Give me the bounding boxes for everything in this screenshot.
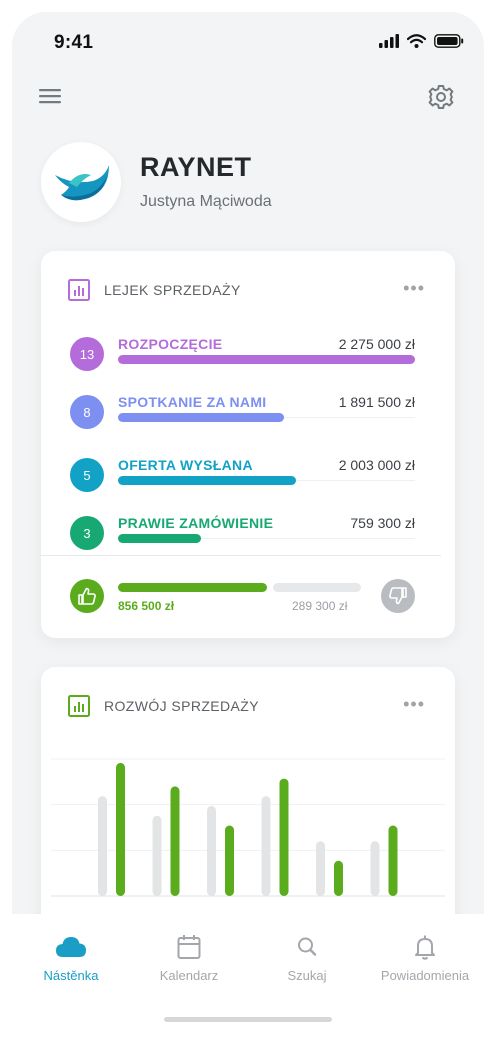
hamburger-icon xyxy=(39,89,61,104)
funnel-stage-almost-order[interactable]: 3 PRAWIE ZAMÓWIENIE 759 300 zł xyxy=(70,510,415,560)
company-name: RAYNET xyxy=(140,152,252,182)
chart-bar-current[interactable] xyxy=(279,778,289,896)
stage-value: 759 300 zł xyxy=(350,515,415,531)
stage-label: SPOTKANIE ZA NAMI xyxy=(118,394,267,410)
bell-icon xyxy=(415,935,435,960)
tab-label: Kalendarz xyxy=(159,968,219,983)
tab-calendar[interactable]: Kalendarz xyxy=(130,932,248,983)
tab-label: Powiadomienia xyxy=(380,968,470,983)
funnel-header: LEJEK SPRZEDAŻY ••• xyxy=(68,279,425,303)
home-indicator xyxy=(164,1017,332,1022)
stage-label: OFERTA WYSŁANA xyxy=(118,457,253,473)
chart-bar-previous[interactable] xyxy=(152,815,162,896)
stage-count-badge: 3 xyxy=(70,516,104,550)
chart-bar-current[interactable] xyxy=(170,786,180,896)
signal-icon xyxy=(379,34,399,48)
settings-button[interactable] xyxy=(426,82,456,112)
company-avatar[interactable] xyxy=(41,142,121,222)
lost-button[interactable] xyxy=(381,579,415,613)
chart-bar-previous[interactable] xyxy=(261,796,271,896)
stage-label: PRAWIE ZAMÓWIENIE xyxy=(118,515,274,531)
chart-bar-current[interactable] xyxy=(334,860,343,896)
funnel-stage-start[interactable]: 13 ROZPOCZĘCIE 2 275 000 zł xyxy=(70,331,415,381)
stage-value: 2 003 000 zł xyxy=(338,457,415,473)
funnel-title: LEJEK SPRZEDAŻY xyxy=(104,282,241,298)
thumbs-up-icon xyxy=(78,587,96,605)
status-icons xyxy=(379,34,464,48)
won-button[interactable] xyxy=(70,579,104,613)
gear-icon xyxy=(428,85,454,109)
tab-search[interactable]: Szukaj xyxy=(248,932,366,983)
stage-value: 1 891 500 zł xyxy=(338,394,415,410)
calendar-icon xyxy=(177,935,201,959)
thumbs-down-icon xyxy=(389,587,407,605)
tab-dashboard[interactable]: Nástěnka xyxy=(12,932,130,983)
stage-label: ROZPOCZĘCIE xyxy=(118,336,223,352)
lost-value: 289 300 zł xyxy=(292,599,348,613)
battery-icon xyxy=(434,34,464,48)
funnel-stage-meeting[interactable]: 8 SPOTKANIE ZA NAMI 1 891 500 zł xyxy=(70,389,415,439)
chart-bar-previous[interactable] xyxy=(98,796,107,896)
chart-bar-previous[interactable] xyxy=(370,841,380,896)
stage-count-badge: 13 xyxy=(70,337,104,371)
tab-label: Nástěnka xyxy=(43,968,99,983)
sales-funnel-card: LEJEK SPRZEDAŻY ••• 13 ROZPOCZĘCIE 2 275… xyxy=(41,251,455,638)
tab-label: Szukaj xyxy=(287,968,327,983)
stage-progress-bar xyxy=(118,534,201,543)
stage-count-badge: 5 xyxy=(70,458,104,492)
stage-count-badge: 8 xyxy=(70,395,104,429)
stage-value: 2 275 000 zł xyxy=(338,336,415,352)
stage-progress-bar xyxy=(118,476,296,485)
lost-progress-bar xyxy=(273,583,361,592)
chart-bar-current[interactable] xyxy=(388,825,398,896)
development-header: ROZWÓJ SPRZEDAŻY ••• xyxy=(68,695,425,719)
search-icon xyxy=(298,937,317,956)
phone-screen: 9:41 RAYNET Justyna Mąciwoda LEJEK SPRZE… xyxy=(12,12,484,1035)
menu-button[interactable] xyxy=(38,84,66,112)
won-value: 856 500 zł xyxy=(118,599,175,613)
chart-bar-previous[interactable] xyxy=(316,841,325,896)
wifi-icon xyxy=(407,34,426,48)
status-time: 9:41 xyxy=(54,32,94,53)
won-progress-bar xyxy=(118,583,267,592)
chart-bar-current[interactable] xyxy=(225,825,234,896)
funnel-divider xyxy=(41,555,441,556)
bar-chart-icon xyxy=(68,695,90,717)
user-name: Justyna Mąciwoda xyxy=(140,193,272,210)
stage-progress-bar xyxy=(118,413,284,422)
chart-bar-current[interactable] xyxy=(116,762,125,896)
won-lost-summary: 856 500 zł 289 300 zł xyxy=(70,579,415,619)
raynet-logo-icon xyxy=(55,165,109,201)
bar-chart-icon xyxy=(68,279,90,301)
stage-progress-bar xyxy=(118,355,415,364)
top-bar xyxy=(12,82,484,122)
development-title: ROZWÓJ SPRZEDAŻY xyxy=(104,698,259,714)
status-bar: 9:41 xyxy=(12,12,484,70)
profile-header: RAYNET Justyna Mąciwoda xyxy=(41,142,471,224)
funnel-more-button[interactable]: ••• xyxy=(403,279,425,297)
chart-bar-previous[interactable] xyxy=(207,805,216,896)
tab-notifications[interactable]: Powiadomienia xyxy=(366,932,484,983)
funnel-stage-offer[interactable]: 5 OFERTA WYSŁANA 2 003 000 zł xyxy=(70,452,415,502)
development-more-button[interactable]: ••• xyxy=(403,695,425,713)
cloud-icon xyxy=(56,937,86,957)
